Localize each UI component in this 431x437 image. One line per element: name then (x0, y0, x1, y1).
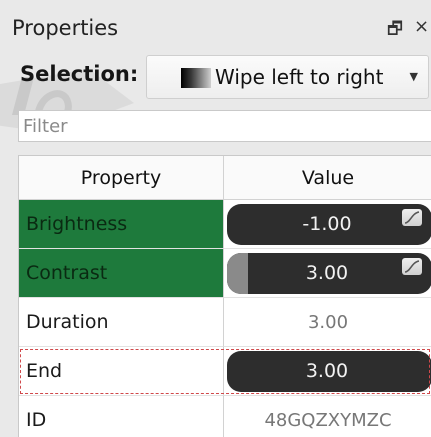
property-name: ID (19, 396, 224, 437)
properties-table: Property Value Brightness -1.00 Contrast… (18, 155, 431, 437)
keyframe-curve-icon[interactable] (402, 258, 422, 275)
panel-title-bar: Properties 🗗 × (0, 0, 431, 52)
property-name: Contrast (19, 249, 224, 298)
property-name: Duration (19, 298, 224, 347)
property-name: End (19, 347, 224, 396)
chevron-down-icon: ▼ (409, 70, 418, 83)
float-window-icon[interactable]: 🗗 (387, 16, 403, 45)
property-row-end[interactable]: End 3.00 (19, 347, 431, 396)
property-row-id[interactable]: ID 48GQZXYMZC (19, 396, 431, 437)
property-value-cell[interactable]: -1.00 (224, 200, 431, 249)
value-slider[interactable]: 3.00 (227, 351, 431, 392)
selection-label: Selection: (20, 62, 139, 86)
property-value: 48GQZXYMZC (264, 410, 392, 431)
property-row-duration[interactable]: Duration 3.00 (19, 298, 431, 347)
property-value: 3.00 (305, 262, 349, 284)
selection-dropdown[interactable]: Wipe left to right ▼ (146, 55, 429, 99)
property-value-cell: 48GQZXYMZC (224, 396, 431, 437)
value-slider[interactable]: -1.00 (227, 204, 431, 245)
property-value: 3.00 (307, 312, 349, 333)
transition-thumbnail (181, 68, 211, 88)
property-name: Brightness (19, 200, 224, 249)
property-value-cell[interactable]: 3.00 (224, 249, 431, 298)
value-slider[interactable]: 3.00 (227, 253, 431, 294)
column-header-value[interactable]: Value (224, 156, 431, 200)
selection-value: Wipe left to right (215, 65, 384, 89)
panel-title: Properties (12, 16, 119, 40)
filter-input[interactable] (18, 110, 431, 142)
property-value-cell: 3.00 (224, 298, 431, 347)
column-header-property[interactable]: Property (19, 156, 224, 200)
property-row-contrast[interactable]: Contrast 3.00 (19, 249, 431, 298)
property-row-brightness[interactable]: Brightness -1.00 (19, 200, 431, 249)
property-value: -1.00 (302, 213, 352, 235)
close-icon[interactable]: × (414, 16, 429, 37)
keyframe-curve-icon[interactable] (402, 209, 422, 226)
property-value: 3.00 (305, 360, 349, 382)
properties-panel: Properties 🗗 × Selection: Wipe left to r… (0, 0, 431, 437)
property-value-cell[interactable]: 3.00 (224, 347, 431, 396)
